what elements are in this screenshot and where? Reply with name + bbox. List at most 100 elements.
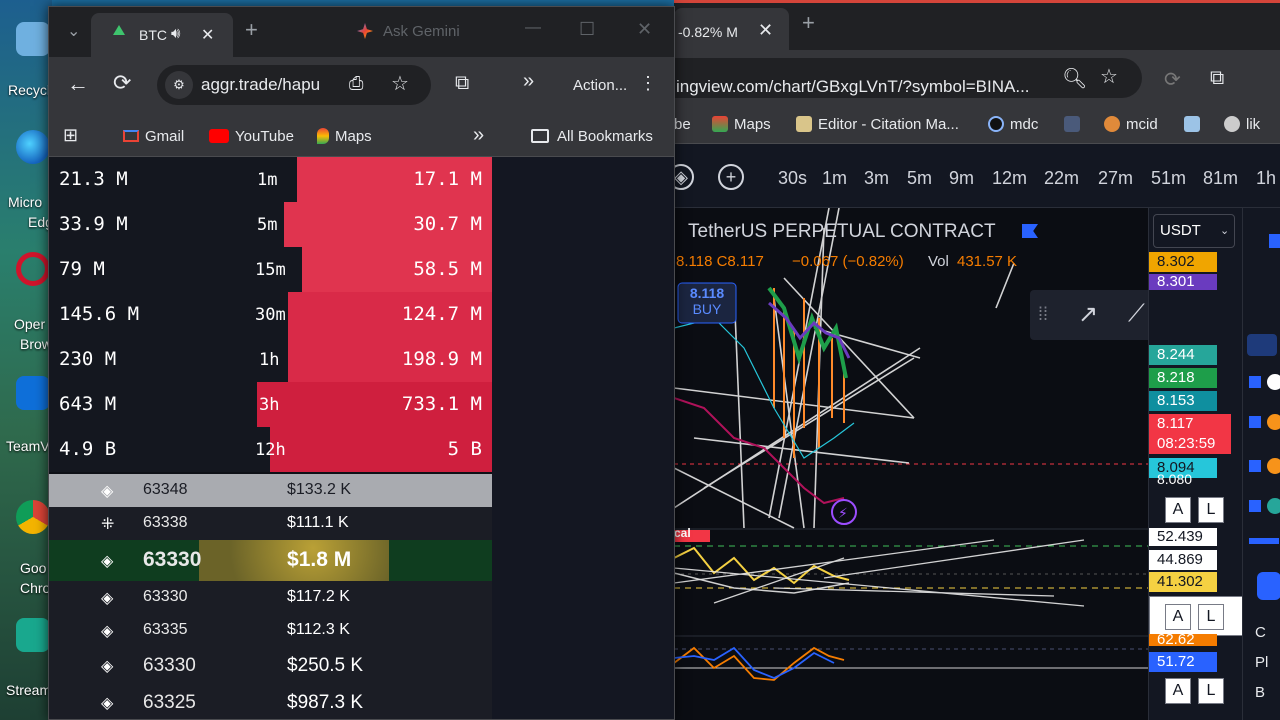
coin-icon[interactable]: [1267, 414, 1280, 430]
back-icon[interactable]: ←: [67, 71, 89, 97]
actions-button[interactable]: Action...: [573, 77, 627, 94]
aggr-bookmarks-bar: ⊞ Gmail YouTube Maps » All Bookmarks: [49, 115, 674, 157]
timeframe-27m[interactable]: 27m: [1098, 168, 1133, 189]
timeframe-3m[interactable]: 3m: [864, 168, 889, 189]
watchlist-flag-icon[interactable]: [1269, 234, 1280, 248]
bookmark-cloud[interactable]: [1184, 116, 1206, 133]
star-icon[interactable]: ☆: [391, 71, 409, 96]
menu-icon[interactable]: ⋮: [639, 73, 657, 94]
timeframe-1h[interactable]: 1h: [1256, 168, 1276, 189]
timeframe-30s[interactable]: 30s: [778, 168, 807, 189]
tab-favicon-icon: [113, 25, 125, 35]
timeframe-5m[interactable]: 5m: [907, 168, 932, 189]
maximize-icon[interactable]: ☐: [579, 19, 595, 40]
buy-button[interactable]: 8.118 BUY: [678, 283, 736, 323]
watchlist-flag-icon[interactable]: [1249, 460, 1261, 472]
close-icon[interactable]: ✕: [758, 20, 773, 41]
new-tab-icon[interactable]: +: [245, 17, 258, 43]
extensions-icon[interactable]: ⧉: [1210, 67, 1224, 90]
desktop-icon-streamlabs[interactable]: Stream: [0, 614, 52, 704]
desktop: Recycl Micro Edg Oper Brow TeamV Goo Chr…: [0, 0, 53, 720]
ask-gemini-button[interactable]: Ask Gemini: [383, 23, 460, 40]
rsi-label: 51.72: [1149, 652, 1217, 672]
watchlist-flag-icon[interactable]: [1249, 416, 1261, 428]
bookmark-editor[interactable]: Editor - Citation Ma...: [796, 116, 959, 133]
youtube-icon: [209, 129, 229, 143]
watchlist-item-icon[interactable]: [1247, 334, 1277, 356]
watchlist-flag-icon[interactable]: [1249, 500, 1261, 512]
speaker-icon[interactable]: 🔊︎: [171, 25, 180, 42]
price-label: 8.218: [1149, 368, 1217, 388]
bookmark-mcid[interactable]: mcid: [1104, 116, 1158, 133]
bookmark-maps[interactable]: Maps: [712, 116, 771, 133]
bookmark-youtube[interactable]: YouTube: [209, 128, 294, 145]
watchlist-flag-icon[interactable]: [1249, 538, 1279, 544]
desktop-icon-edge[interactable]: Micro Edg: [0, 126, 53, 236]
log-scale-button[interactable]: L: [1198, 497, 1224, 523]
apps-grid-icon[interactable]: ⊞: [63, 125, 78, 146]
bookmark-maps[interactable]: Maps: [317, 128, 372, 145]
coin-icon[interactable]: [1267, 458, 1280, 474]
arrow-tool-icon[interactable]: ↗: [1078, 300, 1098, 329]
star-icon[interactable]: ☆: [1100, 64, 1118, 89]
globe-icon: [1224, 116, 1240, 132]
auto-scale-button[interactable]: A: [1165, 678, 1191, 704]
log-scale-button[interactable]: L: [1198, 678, 1224, 704]
bookmark-gmail[interactable]: Gmail: [123, 128, 184, 145]
new-tab-icon[interactable]: +: [802, 10, 815, 36]
countdown-label: 08:23:59: [1149, 434, 1231, 454]
timeframe-51m[interactable]: 51m: [1151, 168, 1186, 189]
bookmark-lik[interactable]: lik: [1224, 116, 1260, 133]
ray-tool-icon[interactable]: ⟋: [1128, 300, 1145, 328]
tv-tab[interactable]: -0.82% M ✕: [674, 8, 789, 50]
log-scale-button[interactable]: L: [1198, 604, 1224, 630]
coin-icon[interactable]: [1267, 498, 1280, 514]
watchlist-flag-icon[interactable]: [1249, 376, 1261, 388]
bookmark-arrow[interactable]: [1064, 116, 1086, 133]
add-indicator-icon[interactable]: +: [718, 164, 744, 190]
trade-amount: $1.8 M: [287, 548, 351, 572]
close-icon[interactable]: ✕: [201, 25, 214, 45]
avatar[interactable]: [1257, 572, 1280, 600]
timeframe-12m[interactable]: 12m: [992, 168, 1027, 189]
auto-scale-button[interactable]: A: [1165, 497, 1191, 523]
desktop-icon-opera[interactable]: Oper Brow: [0, 248, 52, 358]
price-axis[interactable]: USDT ⌄ 8.302 8.301 8.244 8.218 8.153 8.1…: [1148, 208, 1243, 720]
currency-select[interactable]: USDT ⌄: [1153, 214, 1235, 248]
site-info-icon[interactable]: ⚙: [165, 71, 193, 99]
install-app-icon[interactable]: ⎙: [349, 73, 363, 94]
tab-search-icon[interactable]: ⌄: [67, 21, 80, 41]
price-chart[interactable]: ⚡ TetherUS PERPETUAL CONTRACT 8.118 C8.1…: [674, 208, 1280, 720]
tv-toolbar-divider: [674, 198, 1280, 208]
coin-icon[interactable]: [1267, 374, 1280, 390]
extensions-icon[interactable]: ⧉: [455, 72, 469, 95]
aggr-tab[interactable]: BTC 🔊︎ ✕: [91, 13, 233, 57]
timeframe-9m[interactable]: 9m: [949, 168, 974, 189]
trade-amount: $250.5 K: [287, 655, 363, 677]
all-bookmarks-button[interactable]: All Bookmarks: [531, 128, 653, 145]
buy-volume-value: 33.9 M: [59, 213, 128, 235]
drag-handle-icon[interactable]: ⁞⁞: [1038, 304, 1048, 325]
auto-scale-button[interactable]: A: [1165, 604, 1191, 630]
desktop-icon-chrome[interactable]: Goo Chro: [0, 494, 52, 604]
aggr-omnibox[interactable]: ⚙ aggr.trade/hapu ⎙ ☆: [157, 65, 431, 105]
reload-icon[interactable]: ⟳: [113, 70, 131, 96]
tv-omnibox[interactable]: ingview.com/chart/GBxgLVnT/?symbol=BINA.…: [674, 58, 1142, 98]
timeframe-81m[interactable]: 81m: [1203, 168, 1238, 189]
desktop-icon-teamviewer[interactable]: TeamV: [0, 372, 52, 462]
tv-compare-icon[interactable]: ◈: [674, 164, 694, 190]
bookmark-mdc[interactable]: mdc: [988, 116, 1038, 133]
desktop-icon-recycle[interactable]: Recycl: [0, 10, 52, 100]
more-bookmarks-icon[interactable]: »: [473, 124, 484, 147]
timeframe-22m[interactable]: 22m: [1044, 168, 1079, 189]
buy-volume-value: 145.6 M: [59, 303, 140, 325]
sync-icon[interactable]: ⟳: [1164, 67, 1181, 92]
timeframe-1m[interactable]: 1m: [822, 168, 847, 189]
chevron-right-icon[interactable]: »: [523, 70, 534, 93]
trade-amount-value: 987.3 K: [297, 692, 364, 713]
vol-value: 431.57 K: [957, 253, 1018, 270]
minimize-icon[interactable]: —: [525, 19, 541, 37]
zoom-icon[interactable]: 🔍︎: [1062, 66, 1087, 91]
bookmark-be[interactable]: be: [674, 116, 691, 133]
close-window-icon[interactable]: ✕: [637, 19, 652, 40]
